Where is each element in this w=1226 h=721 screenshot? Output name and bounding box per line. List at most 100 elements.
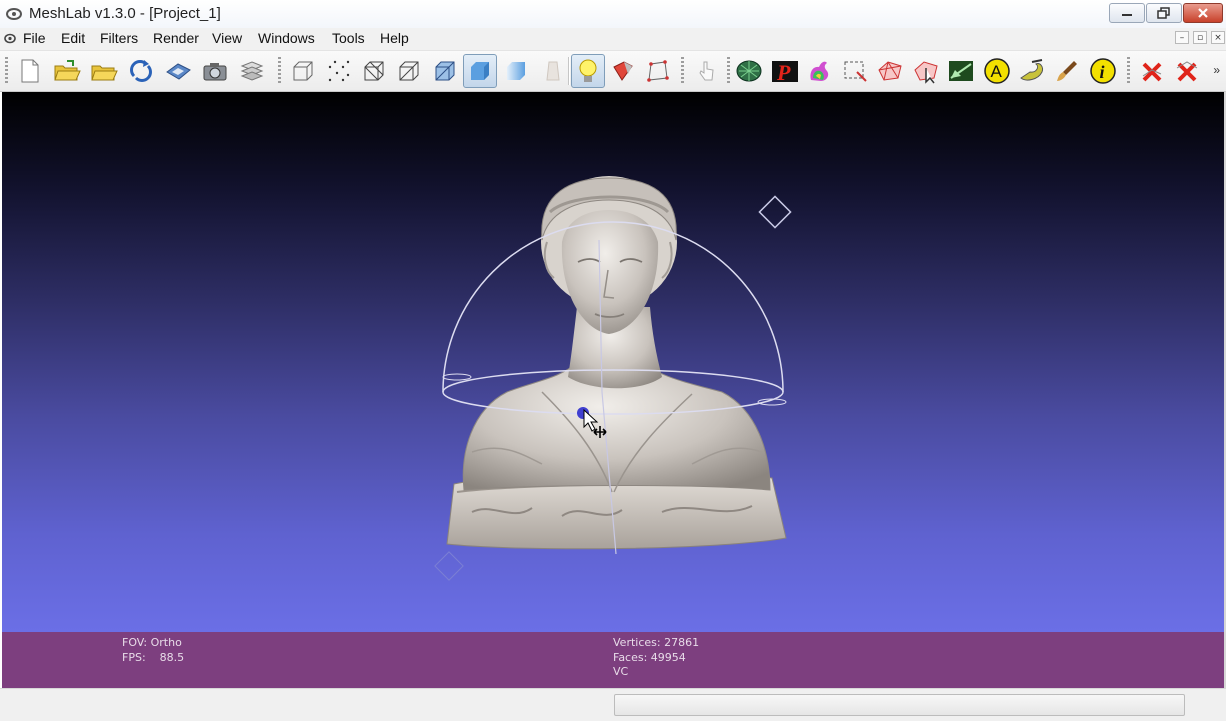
points-render-button[interactable] xyxy=(322,54,356,88)
reload-icon xyxy=(130,60,152,82)
wireframe-icon xyxy=(364,61,384,81)
save-disk-icon xyxy=(166,63,191,80)
smooth-shading-icon xyxy=(507,62,525,80)
pointer-hand-icon xyxy=(699,61,714,81)
menu-render[interactable]: Render xyxy=(153,30,199,46)
backface-culling-button[interactable] xyxy=(606,54,640,88)
mdi-close-button[interactable]: × xyxy=(1211,31,1225,44)
vertex-color-label: VC xyxy=(613,665,629,678)
camera-icon xyxy=(203,63,227,81)
info-icon: i xyxy=(1090,58,1116,84)
delete-vertices-icon xyxy=(1176,61,1198,82)
toolbar-grip-5[interactable] xyxy=(1127,57,1130,85)
align-tool-button[interactable] xyxy=(1015,54,1049,88)
save-button[interactable] xyxy=(161,54,195,88)
fps-label: FPS: 88.5 xyxy=(122,651,185,664)
annotate-button[interactable]: A xyxy=(980,54,1014,88)
select-mesh-icon xyxy=(878,61,902,81)
document-eye-icon[interactable] xyxy=(4,33,16,44)
select-connected-button[interactable] xyxy=(909,54,943,88)
layers-button[interactable] xyxy=(235,54,269,88)
bbox-render-button[interactable] xyxy=(286,54,320,88)
menu-tools[interactable]: Tools xyxy=(332,30,365,46)
points-icon xyxy=(328,60,350,82)
progress-bar xyxy=(614,694,1185,716)
smooth-shading-button[interactable] xyxy=(499,54,533,88)
letter-a-icon: A xyxy=(984,58,1010,84)
normals-icon xyxy=(647,60,669,82)
layers-icon xyxy=(240,61,264,81)
open-project-button[interactable] xyxy=(50,54,84,88)
status-bar xyxy=(0,688,1226,721)
select-faces-button[interactable] xyxy=(838,54,872,88)
menu-filters[interactable]: Filters xyxy=(100,30,138,46)
toolbar-separator xyxy=(568,57,570,85)
toolbar-grip-2[interactable] xyxy=(278,57,281,85)
paint-brush-button[interactable] xyxy=(1050,54,1084,88)
menu-help[interactable]: Help xyxy=(380,30,409,46)
bounding-box-icon xyxy=(293,61,313,81)
paint-vertex-button[interactable]: P xyxy=(768,54,802,88)
maximize-button[interactable] xyxy=(1146,3,1182,23)
vertices-label: Vertices: 27861 xyxy=(613,636,700,649)
delete-faces-button[interactable] xyxy=(1135,54,1169,88)
new-project-button[interactable] xyxy=(13,54,47,88)
mdi-minimize-button[interactable]: – xyxy=(1175,31,1189,44)
toolbar-grip[interactable] xyxy=(5,57,8,85)
title-bar: MeshLab v1.3.0 - [Project_1] xyxy=(0,0,1226,29)
measure-icon xyxy=(949,61,973,81)
close-button[interactable] xyxy=(1183,3,1223,23)
import-mesh-button[interactable] xyxy=(87,54,121,88)
open-folder-icon xyxy=(54,60,81,81)
p-text-icon: P xyxy=(772,60,798,84)
flat-shading-icon xyxy=(471,62,489,80)
toolbar-grip-4[interactable] xyxy=(727,57,730,85)
lighting-button[interactable] xyxy=(571,54,605,88)
mesh-layers-button[interactable] xyxy=(732,54,766,88)
backface-culling-icon xyxy=(613,61,633,81)
mdi-restore-button[interactable]: ▫ xyxy=(1193,31,1207,44)
snapshot-button[interactable] xyxy=(198,54,232,88)
svg-text:P: P xyxy=(776,60,791,84)
light-direction-diamond-faint xyxy=(434,551,464,581)
flat-shading-button[interactable] xyxy=(463,54,497,88)
light-direction-diamond[interactable] xyxy=(758,195,792,229)
delete-vertices-button[interactable] xyxy=(1170,54,1204,88)
select-connected-icon xyxy=(914,61,938,84)
faces-label: Faces: 49954 xyxy=(613,651,686,664)
flat-lines-icon xyxy=(435,61,455,81)
restore-icon xyxy=(1157,7,1170,19)
texture-icon xyxy=(546,61,560,81)
menu-windows[interactable]: Windows xyxy=(258,30,315,46)
measure-tool-button[interactable] xyxy=(944,54,978,88)
hidden-lines-icon xyxy=(399,61,419,81)
texture-button[interactable] xyxy=(536,54,570,88)
toolbar-grip-3[interactable] xyxy=(681,57,684,85)
svg-text:A: A xyxy=(991,62,1003,81)
rainbow-bunny-icon xyxy=(810,61,829,81)
select-vertices-button[interactable] xyxy=(873,54,907,88)
quality-color-button[interactable] xyxy=(802,54,836,88)
show-normals-button[interactable] xyxy=(641,54,675,88)
colored-mesh-icon xyxy=(736,60,762,82)
window-title: MeshLab v1.3.0 - [Project_1] xyxy=(29,5,221,22)
info-button[interactable]: i xyxy=(1086,54,1120,88)
toolbar-overflow-button[interactable]: » xyxy=(1213,63,1220,77)
menu-bar: File Edit Filters Render View Windows To… xyxy=(0,28,1226,51)
bust-model[interactable] xyxy=(446,176,787,550)
menu-edit[interactable]: Edit xyxy=(61,30,85,46)
flat-lines-button[interactable] xyxy=(428,54,462,88)
select-pointer-button[interactable] xyxy=(689,54,723,88)
menu-file[interactable]: File xyxy=(23,30,46,46)
reload-button[interactable] xyxy=(124,54,158,88)
wireframe-render-button[interactable] xyxy=(357,54,391,88)
main-toolbar: P A i » xyxy=(0,51,1226,92)
3d-viewport[interactable] xyxy=(2,92,1224,632)
close-icon xyxy=(1198,8,1208,18)
minimize-button[interactable] xyxy=(1109,3,1145,23)
hidden-lines-button[interactable] xyxy=(392,54,426,88)
delete-faces-icon xyxy=(1142,62,1162,82)
scene-canvas[interactable] xyxy=(2,92,1224,632)
new-document-icon xyxy=(21,59,39,83)
menu-view[interactable]: View xyxy=(212,30,242,46)
